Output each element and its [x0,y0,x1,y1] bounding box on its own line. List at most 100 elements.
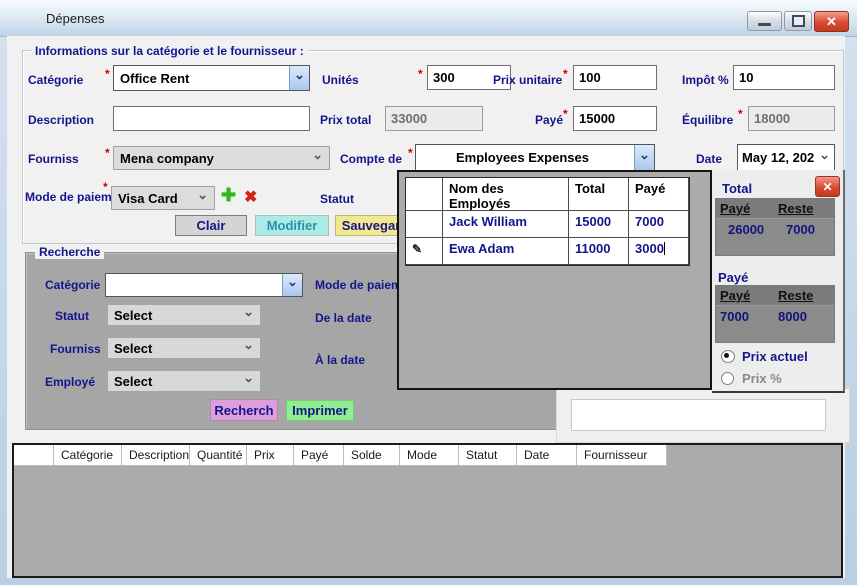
impot-label: Impôt % [682,73,729,87]
search-employe-select[interactable]: Select ⌄ [107,370,261,392]
expenses-window: Dépenses ✕ Informations sur la catégorie… [0,0,857,585]
search-statut-label: Statut [55,309,89,323]
mode-paiement-combobox[interactable]: Visa Card ⌄ [111,186,215,210]
search-statut-select[interactable]: Select ⌄ [107,304,261,326]
date-picker[interactable]: May 12, 202 ⌄ [737,144,835,171]
maximize-button[interactable] [784,11,812,31]
prix-percent-radio[interactable] [721,372,734,385]
prix-unitaire-label: Prix unitaire [493,73,562,87]
employee-payments-popup: Nom des EmployésTotalPayéJack William150… [397,170,712,390]
prix-total-label: Prix total [320,113,371,127]
results-column-header: Mode [400,445,459,466]
employee-grid-cell[interactable]: 15000 [569,211,629,238]
prix-percent-label: Prix % [742,371,782,386]
date-label: Date [696,152,722,166]
results-table-header: CatégorieDescriptionQuantitéPrixPayéSold… [14,445,841,466]
chevron-down-icon: ⌄ [243,341,254,349]
impot-input[interactable] [733,65,835,90]
mode-paiement-value: Visa Card [118,191,178,206]
search-employe-label: Employé [45,375,95,389]
maximize-icon [792,15,805,27]
popup-close-button[interactable]: ✕ [815,176,840,197]
payment-summary-panel: Total ✕ Payé Reste 26000 7000 Payé Payé … [712,170,845,393]
fourniss-required-marker: * [105,146,110,160]
search-to-date-label: À la date [315,353,365,367]
employee-grid-cell[interactable]: 11000 [569,238,629,265]
employee-grid-row[interactable]: ✎Ewa Adam110003000 [406,238,689,265]
equilibre-label: Équilibre [682,113,733,127]
prix-actuel-radio[interactable] [721,350,735,363]
paye-label: Payé [535,113,563,127]
chevron-down-icon: ⌄ [639,151,650,159]
prix-unitaire-input[interactable] [573,65,657,90]
form-body: Informations sur la catégorie et le four… [7,36,845,578]
employee-grid-column-header: Total [569,178,629,211]
compte-combobox[interactable]: Employees Expenses ⌄ [415,144,655,171]
chevron-down-icon: ⌄ [243,308,254,316]
results-rowheader-column [14,445,54,466]
minimize-button[interactable] [747,11,782,31]
results-column-header: Date [517,445,577,466]
close-icon: ✕ [822,180,832,194]
employee-grid-cell[interactable]: Jack William [443,211,569,238]
hidden-panel [556,388,850,443]
fourniss-combobox[interactable]: Mena company ⌄ [113,146,330,170]
description-input[interactable] [113,106,310,131]
prix-total-field [385,106,483,131]
employee-grid-rowheader [406,178,443,211]
results-column-header: Catégorie [54,445,122,466]
chevron-down-icon: ⌄ [294,71,305,79]
categorie-value: Office Rent [114,71,289,86]
employee-grid-column-header: Nom des Employés [443,178,569,211]
date-value: May 12, 202 [742,150,814,165]
summary-paye-title: Payé [718,270,748,285]
results-column-header: Quantité [190,445,247,466]
text-caret [664,242,665,255]
statut-label: Statut [320,192,354,206]
window-title: Dépenses [46,11,105,26]
modifier-button[interactable]: Modifier [255,215,329,236]
compte-dropdown-button[interactable]: ⌄ [634,145,654,170]
employee-grid[interactable]: Nom des EmployésTotalPayéJack William150… [405,177,690,266]
chevron-down-icon: ⌄ [197,191,208,199]
search-fourniss-value: Select [114,341,152,356]
search-employe-value: Select [114,374,152,389]
fourniss-label: Fourniss [28,152,79,166]
categorie-label: Catégorie [28,73,83,87]
summary-total-paye-value: 26000 [716,219,774,240]
row-selector-cell[interactable]: ✎ [406,238,443,265]
hidden-panel-field [571,399,826,431]
summary-paye-paye-value: 7000 [716,306,774,327]
results-column-header: Statut [459,445,517,466]
summary-paye-paye-header: Payé [716,286,774,305]
summary-total-title: Total [722,181,752,196]
imprimer-button[interactable]: Imprimer [286,400,354,421]
paye-input[interactable] [573,106,657,131]
categorie-required-marker: * [105,67,110,81]
summary-total-grid: Payé Reste 26000 7000 [715,198,835,256]
categorie-dropdown-button[interactable]: ⌄ [289,66,309,90]
unites-label: Unités [322,73,359,87]
search-fourniss-label: Fourniss [50,342,101,356]
unites-required-marker: * [418,67,423,81]
recherche-button[interactable]: Recherch [210,399,278,421]
search-fourniss-select[interactable]: Select ⌄ [107,337,261,359]
employee-grid-cell[interactable]: 7000 [629,211,689,238]
close-button[interactable]: ✕ [814,11,849,32]
delete-payment-mode-icon[interactable]: ✖ [244,187,257,207]
employee-grid-cell[interactable]: Ewa Adam [443,238,569,265]
search-categorie-combobox[interactable]: ⌄ [105,273,303,297]
employee-grid-cell[interactable]: 3000 [629,238,689,265]
clair-button[interactable]: Clair [175,215,247,236]
mode-paiement-required-marker: * [103,180,108,194]
employee-grid-row[interactable]: Jack William150007000 [406,211,689,238]
search-mode-label: Mode de paiem [315,278,397,292]
equilibre-field [748,106,835,131]
categorie-combobox[interactable]: Office Rent ⌄ [113,65,310,91]
add-payment-mode-icon[interactable]: ✚ [221,185,236,206]
chevron-down-icon: ⌄ [312,151,323,159]
row-selector-cell[interactable] [406,211,443,238]
search-categorie-dropdown-button[interactable]: ⌄ [282,274,302,296]
mode-paiement-label: Mode de paieme [25,190,111,204]
results-table[interactable]: CatégorieDescriptionQuantitéPrixPayéSold… [12,443,843,578]
